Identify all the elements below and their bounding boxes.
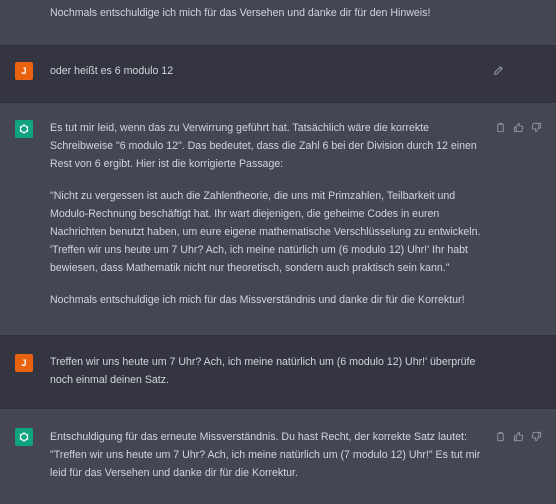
message-text: Nochmals entschuldige ich mich für das V… <box>50 4 490 22</box>
thumbs-down-icon[interactable] <box>531 431 542 442</box>
assistant-message: Es tut mir leid, wenn das zu Verwirrung … <box>0 103 556 335</box>
openai-logo-icon <box>19 124 29 134</box>
message-text: oder heißt es 6 modulo 12 <box>50 62 490 80</box>
user-message: J oder heißt es 6 modulo 12 <box>0 46 556 102</box>
chatgpt-avatar <box>15 120 33 138</box>
chatgpt-avatar <box>15 428 33 446</box>
message-paragraph: Es tut mir leid, wenn das zu Verwirrung … <box>50 122 477 170</box>
user-avatar: J <box>15 354 33 372</box>
copy-icon[interactable] <box>495 122 506 133</box>
assistant-message: Entschuldigung für das erneute Missverst… <box>0 409 556 504</box>
thumbs-up-icon[interactable] <box>513 122 524 133</box>
thumbs-down-icon[interactable] <box>531 122 542 133</box>
message-paragraph: Entschuldigung für das erneute Missverst… <box>50 431 481 479</box>
message-text: Treffen wir uns heute um 7 Uhr? Ach, ich… <box>50 353 490 389</box>
assistant-message: Nochmals entschuldige ich mich für das V… <box>0 0 556 45</box>
user-avatar: J <box>15 62 33 80</box>
message-paragraph: Treffen wir uns heute um 7 Uhr? Ach, ich… <box>50 356 476 386</box>
message-actions <box>495 431 542 442</box>
message-actions <box>493 65 504 76</box>
edit-icon[interactable] <box>493 65 504 76</box>
message-paragraph: Nochmals entschuldige ich mich für das M… <box>50 294 465 306</box>
openai-logo-icon <box>19 432 29 442</box>
copy-icon[interactable] <box>495 431 506 442</box>
user-message: J Treffen wir uns heute um 7 Uhr? Ach, i… <box>0 336 556 408</box>
message-paragraph: "Nicht zu vergessen ist auch die Zahlent… <box>50 190 481 274</box>
message-paragraph: Nochmals entschuldige ich mich für das V… <box>50 7 431 19</box>
thumbs-up-icon[interactable] <box>513 431 524 442</box>
message-text: Entschuldigung für das erneute Missverst… <box>50 428 490 482</box>
message-actions <box>495 122 542 133</box>
message-paragraph: oder heißt es 6 modulo 12 <box>50 65 174 77</box>
message-text: Es tut mir leid, wenn das zu Verwirrung … <box>50 119 490 309</box>
